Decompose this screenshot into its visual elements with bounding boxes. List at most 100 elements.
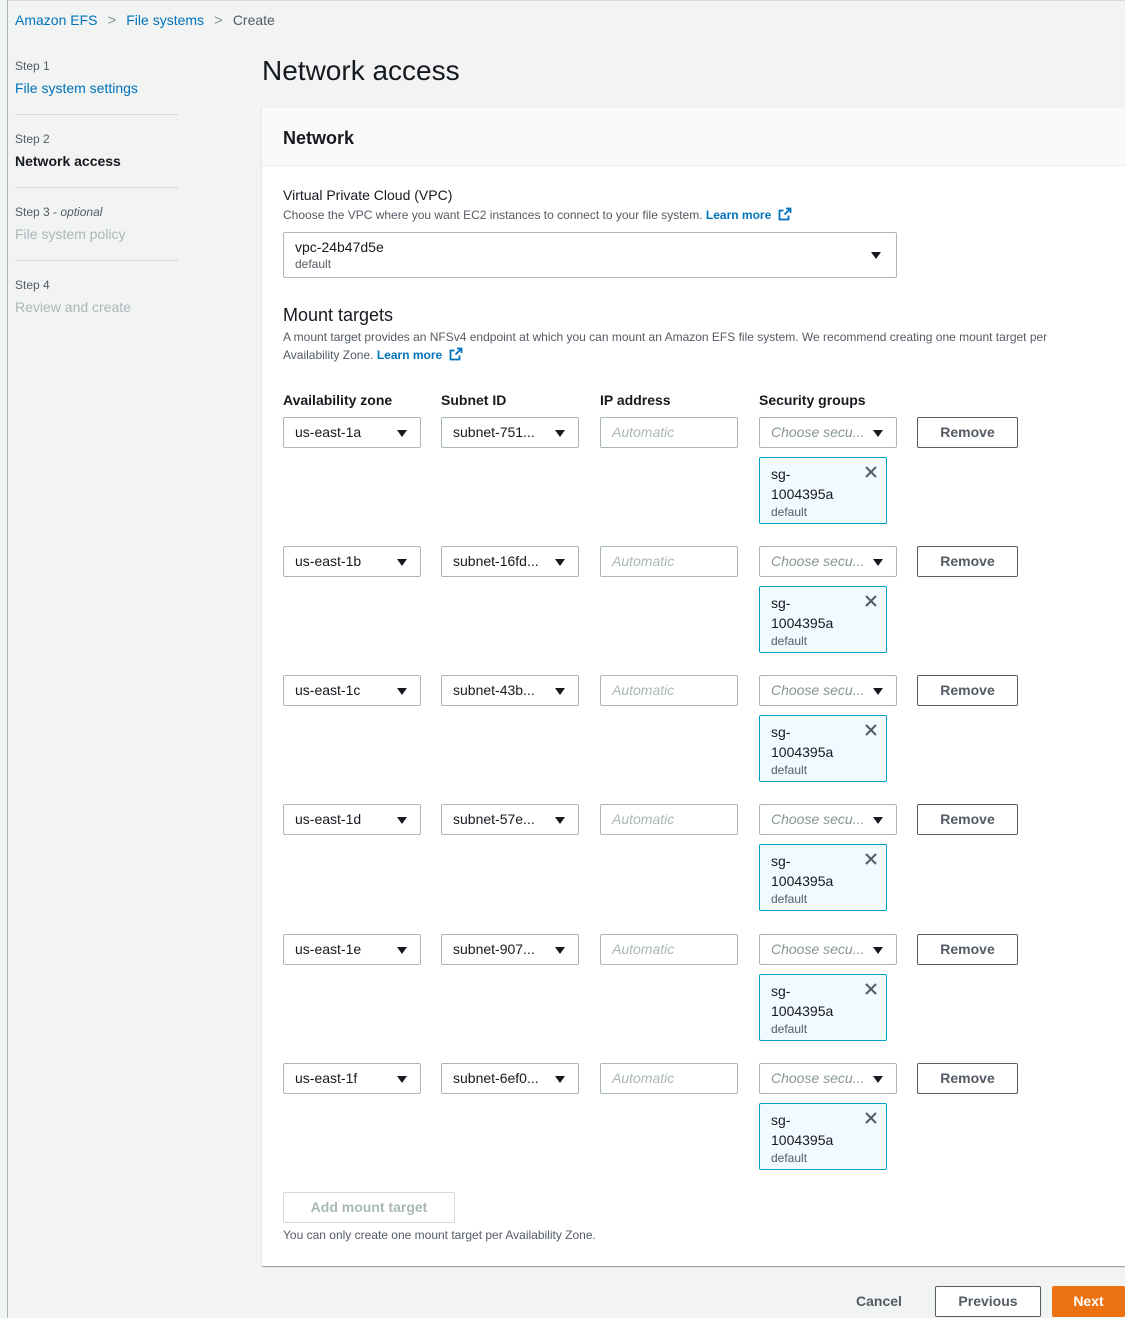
security-groups-select[interactable]: Choose secu... xyxy=(759,934,897,965)
ip-address-input[interactable]: Automatic xyxy=(600,417,738,448)
security-groups-select[interactable]: Choose secu... xyxy=(759,1063,897,1094)
subnet-select[interactable]: subnet-751... xyxy=(441,417,579,448)
security-group-id: sg-1004395a xyxy=(771,466,834,502)
step-number-text: Step 3 xyxy=(15,205,50,219)
mount-targets-title: Mount targets xyxy=(283,305,394,325)
ip-address-input[interactable]: Automatic xyxy=(600,675,738,706)
caret-down-icon xyxy=(555,947,565,954)
external-link-icon[interactable] xyxy=(778,207,792,221)
subnet-value: subnet-907... xyxy=(453,941,535,957)
subnet-select[interactable]: subnet-6ef0... xyxy=(441,1063,579,1094)
close-icon[interactable] xyxy=(864,723,878,737)
security-groups-placeholder: Choose secu... xyxy=(771,682,865,698)
security-groups-placeholder: Choose secu... xyxy=(771,553,865,569)
caret-down-icon xyxy=(555,559,565,566)
chevron-right-icon: > xyxy=(107,11,117,29)
mount-target-row: us-east-1f subnet-6ef0... Automatic Choo… xyxy=(262,1063,1125,1183)
remove-button[interactable]: Remove xyxy=(917,934,1018,965)
security-group-token: sg-1004395a default xyxy=(759,974,887,1041)
step-link-file-system-settings[interactable]: File system settings xyxy=(15,78,178,98)
caret-down-icon xyxy=(555,1076,565,1083)
vpc-label: Virtual Private Cloud (VPC) xyxy=(283,187,453,203)
step-2: Step 2 Network access xyxy=(15,131,178,188)
subnet-select[interactable]: subnet-57e... xyxy=(441,804,579,835)
caret-down-icon xyxy=(873,947,883,954)
step-number: Step 4 xyxy=(15,278,50,292)
close-icon[interactable] xyxy=(864,982,878,996)
security-group-name: default xyxy=(771,1151,808,1165)
mount-target-row: us-east-1a subnet-751... Automatic Choos… xyxy=(262,417,1125,537)
subnet-select[interactable]: subnet-907... xyxy=(441,934,579,965)
panel-header: Network xyxy=(262,108,1125,166)
close-icon[interactable] xyxy=(864,594,878,608)
mount-targets-desc-line2: Availability Zone. xyxy=(283,348,374,362)
caret-down-icon xyxy=(555,430,565,437)
learn-more-link[interactable]: Learn more xyxy=(377,348,442,362)
column-header-security-groups: Security groups xyxy=(759,392,866,408)
security-group-name: default xyxy=(771,634,808,648)
availability-zone-select[interactable]: us-east-1d xyxy=(283,804,421,835)
close-icon[interactable] xyxy=(864,1111,878,1125)
learn-more-link[interactable]: Learn more xyxy=(706,208,771,222)
breadcrumb-file-systems[interactable]: File systems xyxy=(126,12,204,28)
subnet-select[interactable]: subnet-43b... xyxy=(441,675,579,706)
step-current-network-access: Network access xyxy=(15,153,121,169)
security-group-token: sg-1004395a default xyxy=(759,586,887,653)
vpc-description-text: Choose the VPC where you want EC2 instan… xyxy=(283,208,703,222)
ip-address-input[interactable]: Automatic xyxy=(600,804,738,835)
wizard-steps: Step 1 File system settings Step 2 Netwo… xyxy=(15,58,178,349)
availability-zone-select[interactable]: us-east-1f xyxy=(283,1063,421,1094)
availability-zone-select[interactable]: us-east-1b xyxy=(283,546,421,577)
security-groups-placeholder: Choose secu... xyxy=(771,811,865,827)
breadcrumb-amazon-efs[interactable]: Amazon EFS xyxy=(15,12,97,28)
caret-down-icon xyxy=(871,252,881,259)
security-group-id: sg-1004395a xyxy=(771,983,834,1019)
security-group-name: default xyxy=(771,892,808,906)
ip-address-input[interactable]: Automatic xyxy=(600,546,738,577)
mount-target-row: us-east-1b subnet-16fd... Automatic Choo… xyxy=(262,546,1125,666)
security-group-name: default xyxy=(771,1022,808,1036)
cancel-button[interactable]: Cancel xyxy=(843,1286,915,1317)
remove-button[interactable]: Remove xyxy=(917,1063,1018,1094)
remove-button[interactable]: Remove xyxy=(917,417,1018,448)
caret-down-icon xyxy=(555,688,565,695)
subnet-value: subnet-16fd... xyxy=(453,553,539,569)
caret-down-icon xyxy=(397,1076,407,1083)
add-mount-target-button[interactable]: Add mount target xyxy=(283,1192,455,1223)
page-title: Network access xyxy=(262,55,460,86)
close-icon[interactable] xyxy=(864,852,878,866)
column-header-availability-zone: Availability zone xyxy=(283,392,393,408)
remove-button[interactable]: Remove xyxy=(917,546,1018,577)
security-groups-placeholder: Choose secu... xyxy=(771,1070,865,1086)
security-group-token: sg-1004395a default xyxy=(759,844,887,911)
security-groups-select[interactable]: Choose secu... xyxy=(759,417,897,448)
remove-button[interactable]: Remove xyxy=(917,804,1018,835)
availability-zone-select[interactable]: us-east-1c xyxy=(283,675,421,706)
availability-zone-select[interactable]: us-east-1e xyxy=(283,934,421,965)
external-link-icon[interactable] xyxy=(449,347,463,361)
security-groups-select[interactable]: Choose secu... xyxy=(759,546,897,577)
close-icon[interactable] xyxy=(864,465,878,479)
az-value: us-east-1c xyxy=(295,682,361,698)
subnet-select[interactable]: subnet-16fd... xyxy=(441,546,579,577)
caret-down-icon xyxy=(397,559,407,566)
step-review-and-create: Review and create xyxy=(15,299,131,315)
az-value: us-east-1d xyxy=(295,811,362,827)
security-groups-placeholder: Choose secu... xyxy=(771,424,865,440)
ip-address-input[interactable]: Automatic xyxy=(600,934,738,965)
subnet-value: subnet-57e... xyxy=(453,811,535,827)
caret-down-icon xyxy=(873,559,883,566)
mount-target-row: us-east-1c subnet-43b... Automatic Choos… xyxy=(262,675,1125,795)
step-1: Step 1 File system settings xyxy=(15,58,178,115)
remove-button[interactable]: Remove xyxy=(917,675,1018,706)
security-groups-select[interactable]: Choose secu... xyxy=(759,804,897,835)
az-value: us-east-1a xyxy=(295,424,362,440)
ip-address-input[interactable]: Automatic xyxy=(600,1063,738,1094)
security-groups-select[interactable]: Choose secu... xyxy=(759,675,897,706)
add-mount-target-note: You can only create one mount target per… xyxy=(283,1228,596,1242)
vpc-select[interactable]: vpc-24b47d5e default xyxy=(283,232,897,278)
next-button[interactable]: Next xyxy=(1052,1286,1125,1317)
mount-targets-description: A mount target provides an NFSv4 endpoin… xyxy=(283,328,1113,364)
availability-zone-select[interactable]: us-east-1a xyxy=(283,417,421,448)
previous-button[interactable]: Previous xyxy=(935,1286,1041,1317)
